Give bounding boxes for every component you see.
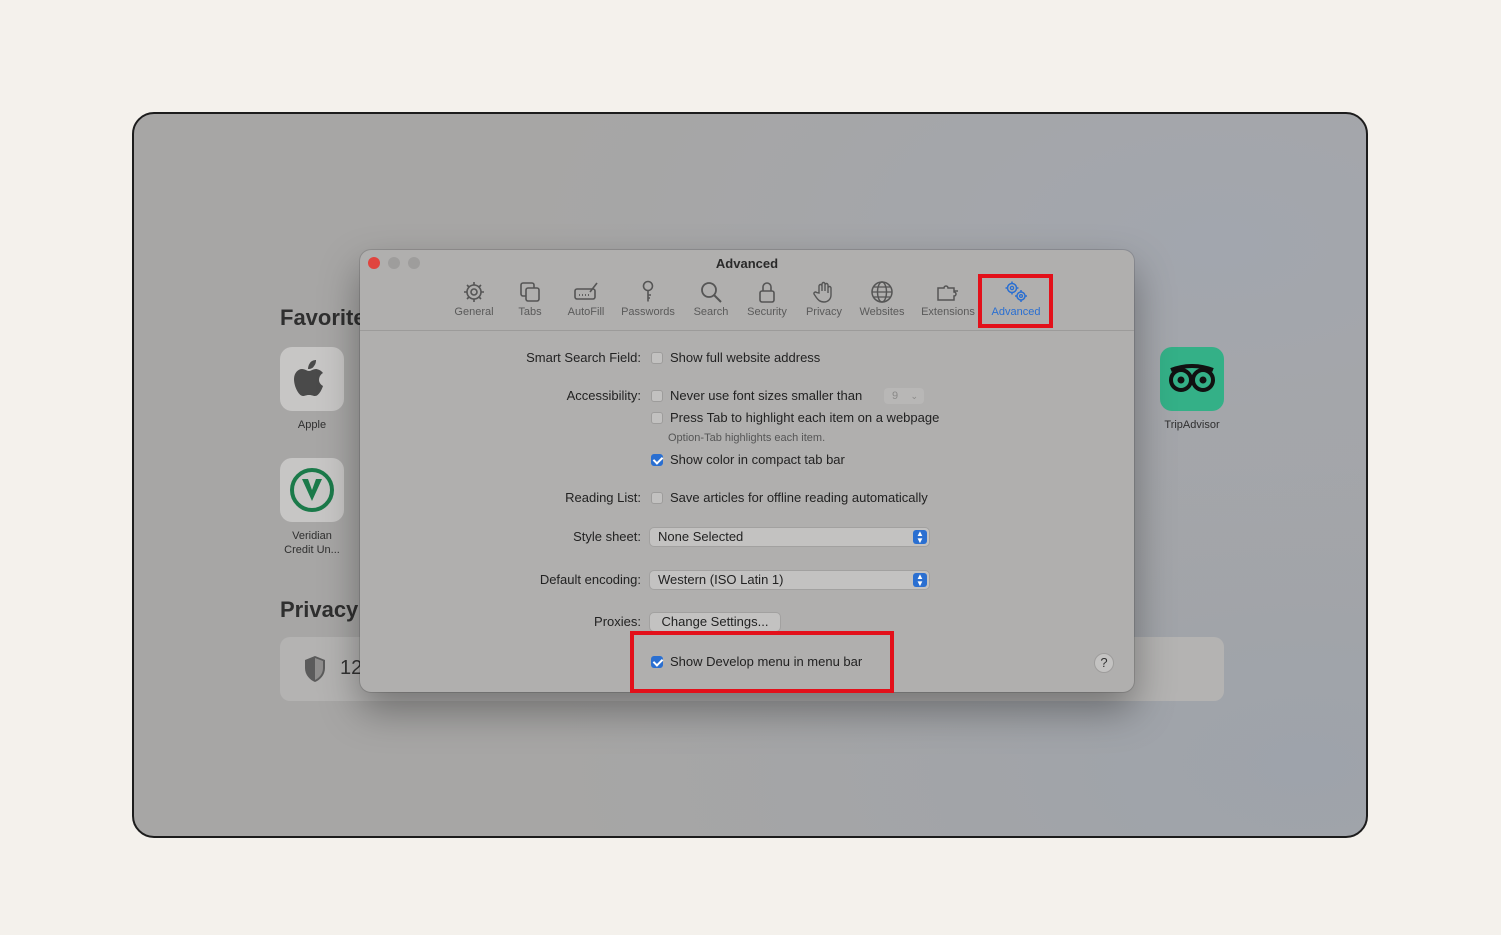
default-encoding-popup[interactable]: Western (ISO Latin 1) ▲ ▼ (649, 570, 930, 590)
offline-reading-label[interactable]: Save articles for offline reading automa… (670, 490, 928, 505)
puzzle-icon (937, 285, 958, 301)
show-full-address-label[interactable]: Show full website address (670, 350, 820, 365)
tab-autofill-label: AutoFill (567, 306, 605, 318)
press-tab-label[interactable]: Press Tab to highlight each item on a we… (670, 410, 939, 425)
min-font-size-label[interactable]: Never use font sizes smaller than (670, 388, 862, 403)
shield-icon (305, 656, 325, 682)
offline-reading-checkbox[interactable] (651, 492, 663, 504)
press-tab-checkbox[interactable] (651, 412, 663, 424)
key-icon (642, 280, 654, 302)
tab-security[interactable]: Security (744, 280, 790, 322)
default-encoding-label: Default encoding: (539, 572, 641, 587)
tab-privacy[interactable]: Privacy (802, 280, 846, 322)
tab-extensions[interactable]: Extensions (918, 280, 978, 322)
min-font-size-select: 9 ⌄ (884, 388, 924, 404)
updown-arrows-icon: ▲ ▼ (913, 573, 927, 588)
privacy-heading: Privacy (280, 597, 359, 622)
tabs-icon (520, 282, 540, 302)
tab-websites-label: Websites (859, 306, 905, 318)
min-font-size-checkbox[interactable] (651, 390, 663, 402)
apple-logo-icon (294, 360, 323, 396)
default-encoding-value: Western (ISO Latin 1) (658, 572, 784, 587)
style-sheet-popup[interactable]: None Selected ▲ ▼ (649, 527, 930, 547)
compact-tab-color-label[interactable]: Show color in compact tab bar (670, 452, 845, 467)
min-font-size-value: 9 (892, 390, 899, 402)
style-sheet-label: Style sheet: (573, 529, 641, 544)
search-icon (701, 282, 722, 303)
veridian-logo-icon (290, 468, 334, 512)
tab-privacy-label: Privacy (805, 306, 843, 318)
show-full-address-checkbox[interactable] (651, 352, 663, 364)
gear-icon (464, 282, 484, 302)
globe-icon (871, 281, 893, 303)
favorite-tripadvisor[interactable] (1160, 347, 1224, 411)
hand-icon (813, 281, 832, 303)
smart-search-label: Smart Search Field: (526, 350, 641, 365)
compact-tab-color-checkbox[interactable] (651, 454, 663, 466)
tripadvisor-owl-icon (1169, 364, 1215, 392)
option-tab-hint: Option-Tab highlights each item. (668, 432, 826, 444)
change-settings-button[interactable]: Change Settings... (649, 612, 781, 632)
favorite-label-veridian: Veridian Credit Un... (284, 530, 340, 556)
tab-autofill[interactable]: AutoFill (564, 280, 608, 322)
tab-search[interactable]: Search (690, 280, 732, 322)
tab-extensions-label: Extensions (921, 306, 975, 318)
favorite-label-tripadvisor: TripAdvisor (1164, 419, 1220, 431)
tab-websites[interactable]: Websites (856, 280, 908, 322)
develop-menu-highlight (630, 631, 894, 693)
window-title: Advanced (715, 256, 779, 271)
privacy-count: 12 (340, 657, 363, 679)
tab-search-label: Search (693, 306, 729, 318)
tab-security-label: Security (747, 306, 787, 318)
tab-passwords-label: Passwords (621, 306, 675, 318)
favorite-apple[interactable] (280, 347, 344, 411)
tab-tabs-label: Tabs (518, 306, 542, 318)
tab-tabs[interactable]: Tabs (512, 280, 548, 322)
tab-general-label: General (454, 306, 494, 318)
reading-list-label: Reading List: (565, 490, 641, 505)
favorites-heading: Favorite (280, 305, 366, 330)
tab-passwords[interactable]: Passwords (618, 280, 678, 322)
accessibility-label: Accessibility: (566, 388, 641, 403)
favorite-label-apple: Apple (297, 419, 327, 431)
updown-arrows-icon: ▲ ▼ (913, 530, 927, 545)
proxies-label: Proxies: (594, 614, 641, 629)
lock-icon (759, 282, 775, 303)
advanced-tab-highlight (978, 274, 1053, 328)
favorite-veridian[interactable] (280, 458, 344, 522)
autofill-icon (574, 282, 598, 300)
style-sheet-value: None Selected (658, 529, 744, 544)
tab-general[interactable]: General (452, 280, 496, 322)
chevron-down-icon: ⌄ (910, 391, 918, 401)
help-button[interactable]: ? (1094, 653, 1114, 673)
